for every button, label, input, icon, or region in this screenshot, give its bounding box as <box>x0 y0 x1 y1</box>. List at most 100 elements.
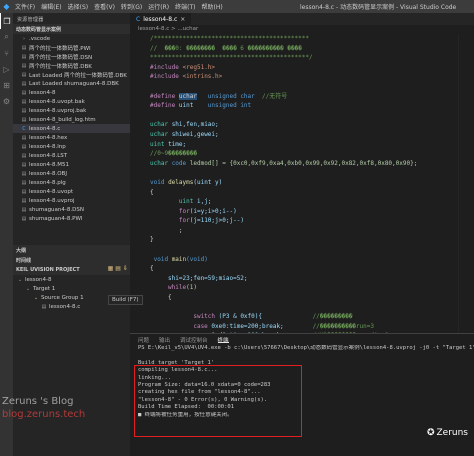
chevron-down-icon: ⌄ <box>33 294 39 301</box>
code-line: switch (P3 & 0xf0){ //��������� <box>150 313 353 321</box>
file-icon: ▤ <box>21 98 27 105</box>
file-tree: › .vscode ▤ 两个的拉一体数码管.PWI ▤ 两个的拉一体数码管.DSN ▤ 两个的… <box>13 34 130 245</box>
file-item[interactable]: ▤ lesson4-8.OBJ <box>13 169 130 178</box>
file-item[interactable]: ▤ shumaguan4-8.DSN <box>13 205 130 214</box>
file-name: Last Loaded shumaguan4-8.DBK <box>29 80 119 87</box>
code-line: void delayms(uint y) <box>150 178 223 186</box>
file-item[interactable]: ▤ 两个的拉一体数码管.DBK <box>13 61 130 70</box>
keil-toolbar: ▦ ▤ ⇩ <box>108 265 128 272</box>
file-item[interactable]: ▤ lesson4-8.M51 <box>13 160 130 169</box>
menu-item[interactable]: 选择(S) <box>68 2 89 11</box>
keil-section-title: KEIL UVISION PROJECT <box>16 267 80 273</box>
keil-tree-item[interactable]: ⌄ lesson4-8 <box>13 275 130 284</box>
code-line: #include <intrins.h> <box>150 73 223 81</box>
build-icon[interactable]: ▦ <box>108 265 114 272</box>
menu-item[interactable]: 终端(T) <box>175 2 195 11</box>
menu-item[interactable]: 运行(R) <box>148 2 169 11</box>
keil-item-label: lesson4-8.c <box>49 303 81 310</box>
sidebar-header: 资源管理器 <box>17 17 44 23</box>
file-icon: ▤ <box>21 71 27 78</box>
panel-tab[interactable]: 问题 <box>138 336 149 344</box>
file-item[interactable]: Clesson4-8.c <box>13 124 130 133</box>
file-item[interactable]: ▤ shumaguan4-8.PWI <box>13 214 130 223</box>
code-line: shi=23;fen=59;miao=52; <box>150 274 248 282</box>
menu-item[interactable]: 查看(V) <box>94 2 115 11</box>
code-line: void main(void) <box>150 255 208 263</box>
editor-tabs: C lesson4-8.c × <box>130 13 474 25</box>
file-item[interactable]: ▤ lesson4-8.LST <box>13 151 130 160</box>
file-item[interactable]: ▤ 两个的拉一体数码管.DSN <box>13 52 130 61</box>
code-line: // ���0: �������� ���� 6 ���������� ���� <box>150 44 302 52</box>
explorer-icon[interactable]: ❐ <box>0 13 13 29</box>
extensions-icon[interactable]: ⊞ <box>0 77 13 93</box>
file-item[interactable]: ▤ lesson4-8 <box>13 88 130 97</box>
menu-item[interactable]: 转到(G) <box>121 2 142 11</box>
code-line: //0~9�������� <box>150 150 197 158</box>
editor: C lesson4-8.c × lesson4-8.c > ...uchar /… <box>130 13 474 333</box>
keil-icon[interactable]: ⚙ <box>0 93 13 109</box>
download-icon[interactable]: ⇩ <box>123 265 128 272</box>
file-name: lesson4-8.uvproj <box>29 197 75 204</box>
file-item[interactable]: ▤ 两个的拉一体数码管.PWI <box>13 43 130 52</box>
build-output-highlight <box>134 365 302 437</box>
code-line: uint i,j; <box>150 198 212 206</box>
file-item[interactable]: ▤ lesson4-8.plg <box>13 178 130 187</box>
code-line: ; <box>150 226 183 234</box>
file-item[interactable]: ▤ lesson4-8.hex <box>13 133 130 142</box>
menu-item[interactable]: 文件(F) <box>15 2 35 11</box>
file-item[interactable]: ▤ lesson4-8.uvproj <box>13 196 130 205</box>
file-name: shumaguan4-8.PWI <box>29 215 83 222</box>
blog-watermark: Zeruns 's Blog blog.zeruns.tech <box>2 395 85 421</box>
minimap[interactable] <box>458 34 474 333</box>
breadcrumb[interactable]: lesson4-8.c > ...uchar <box>130 25 474 34</box>
window-title: lesson4-8.c - 动态数码管显示案例 - Visual Studio … <box>300 4 457 11</box>
file-name: lesson4-8.uvopt.bak <box>29 98 85 105</box>
code-line: { <box>150 294 172 302</box>
rebuild-icon[interactable]: ▤ <box>115 265 121 272</box>
panel-tab[interactable]: 输出 <box>159 336 170 344</box>
code-line: uchar shiwei,gewei; <box>150 130 219 138</box>
file-icon: ▤ <box>21 161 27 168</box>
run-debug-icon[interactable]: ▷ <box>0 61 13 77</box>
panel-tab[interactable]: 调试控制台 <box>180 336 208 344</box>
code-line: #include <reg51.h> <box>150 63 216 71</box>
file-icon: ▤ <box>21 188 27 195</box>
file-item[interactable]: ▤ lesson4-8.lnp <box>13 142 130 151</box>
file-item[interactable]: ▤ lesson4-8_build_log.htm <box>13 115 130 124</box>
file-name: .vscode <box>29 35 51 42</box>
file-item[interactable]: ▤ lesson4-8.uvopt <box>13 187 130 196</box>
code-line: case 0xe0:time=200;break; //����������ru… <box>150 322 374 330</box>
tab-lesson4-8-c[interactable]: C lesson4-8.c × <box>130 13 192 25</box>
code-line: while(1) <box>150 284 197 292</box>
file-item[interactable]: ▤ Last Loaded 两个的拉一体数码管.DBK <box>13 70 130 79</box>
code-line: #define uint unsigned int <box>150 102 252 110</box>
workspace-section[interactable]: 动态数码管显示案例 <box>13 24 130 34</box>
keil-tree-item[interactable]: ⌄ Target 1 <box>13 284 130 293</box>
panel-tab[interactable]: 终端 <box>217 336 229 344</box>
file-name: Last Loaded 两个的拉一体数码管.DBK <box>29 72 127 79</box>
timeline-section[interactable]: 时间线 <box>13 255 130 265</box>
file-item[interactable]: ▤ Last Loaded shumaguan4-8.DBK <box>13 79 130 88</box>
file-name: 两个的拉一体数码管.PWI <box>29 45 91 52</box>
menu-item[interactable]: 帮助(H) <box>201 2 222 11</box>
search-icon[interactable]: ⌕ <box>0 29 13 45</box>
chevron-down-icon: ⌄ <box>17 276 23 283</box>
menu-item[interactable]: 编辑(E) <box>41 2 61 11</box>
file-item[interactable]: ▤ lesson4-8.uvproj.bak <box>13 106 130 115</box>
code-area[interactable]: /***************************************… <box>130 34 474 333</box>
outline-section[interactable]: 大纲 <box>13 245 130 255</box>
code-line: { <box>150 188 154 196</box>
close-icon[interactable]: × <box>180 16 185 23</box>
file-name: lesson4-8_build_log.htm <box>29 116 96 123</box>
file-item[interactable]: ▤ lesson4-8.uvopt.bak <box>13 97 130 106</box>
keil-section[interactable]: KEIL UVISION PROJECT ▦ ▤ ⇩ <box>13 265 130 275</box>
terminal-line: PS E:\Keil_v5\UV4\UV4.exe -b c:\Users\57… <box>138 345 474 351</box>
code-line: for(i=y;i>0;i--) <box>150 207 237 215</box>
code-line: ****************************************… <box>150 54 313 62</box>
file-item[interactable]: › .vscode <box>13 34 130 43</box>
source-control-icon[interactable]: ⑂ <box>0 45 13 61</box>
brand-watermark: ✪ Zeruns <box>427 428 468 438</box>
